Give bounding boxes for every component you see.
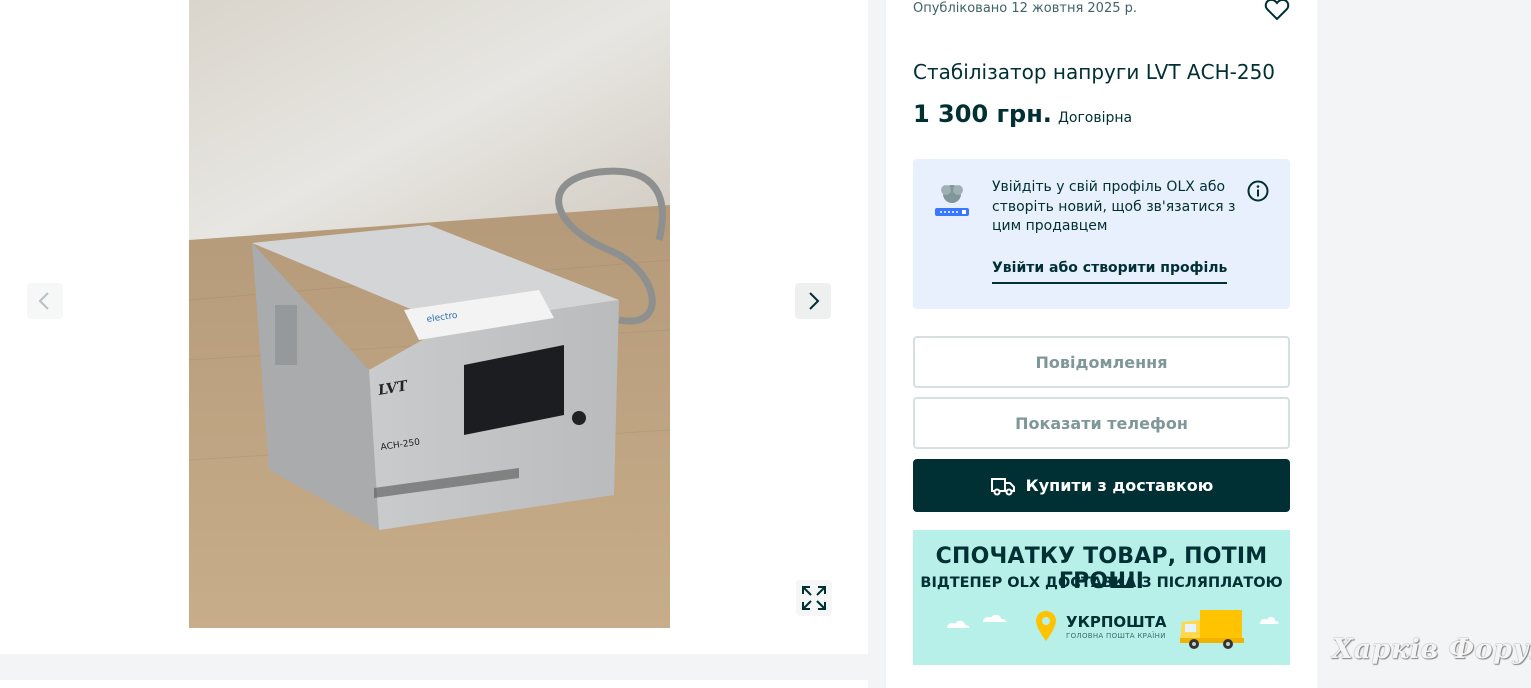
- fullscreen-button[interactable]: [796, 580, 832, 616]
- next-photo-button[interactable]: [795, 283, 831, 319]
- photo-gallery: electro LVT АСН-250: [0, 0, 868, 654]
- login-prompt: Увійдіть у свій профіль OLX або створіть…: [913, 159, 1290, 309]
- ukrposhta-brand: УКРПОШТА: [1066, 613, 1167, 631]
- price-negotiable: Договірна: [1057, 110, 1133, 126]
- user-profile-icon: [935, 185, 969, 216]
- buy-with-delivery-button[interactable]: Купити з доставкою: [913, 459, 1290, 512]
- price-block: 1 300 грн. Договірна: [913, 100, 1132, 128]
- heart-icon: [1264, 0, 1290, 21]
- info-icon[interactable]: [1247, 180, 1269, 202]
- delivery-truck-icon: [990, 477, 1015, 495]
- cloud-icon: [947, 620, 970, 628]
- listing-photo[interactable]: electro LVT АСН-250: [189, 0, 670, 628]
- listing-sidebar: Опубліковано 12 жовтня 2025 р. Стабіліза…: [886, 0, 1317, 688]
- chevron-right-icon: [809, 292, 820, 310]
- forum-watermark: Харків Форум: [1332, 634, 1531, 665]
- cloud-icon: [983, 614, 1007, 622]
- cloud-icon: [1260, 616, 1279, 624]
- delivery-promo-banner[interactable]: СПОЧАТКУ ТОВАР, ПОТІМ ГРОШІ ВІДТЕПЕР OLX…: [913, 530, 1290, 665]
- stabilizer-photo: electro LVT АСН-250: [189, 0, 670, 628]
- listing-title: Стабілізатор напруги LVT АСН-250: [913, 60, 1276, 85]
- truck-illustration-icon: [1180, 610, 1244, 649]
- previous-photo-button[interactable]: [27, 283, 63, 319]
- promo-subheadline: ВІДТЕПЕР OLX ДОСТАВКА З ПІСЛЯПЛАТОЮ: [920, 575, 1283, 591]
- chevron-left-icon: [38, 292, 49, 310]
- login-prompt-text: Увійдіть у свій профіль OLX або створіть…: [992, 179, 1236, 234]
- message-button[interactable]: Повідомлення: [913, 336, 1290, 388]
- favorite-button[interactable]: [1264, 0, 1290, 22]
- price-value: 1 300 грн.: [913, 100, 1052, 128]
- published-date: Опубліковано 12 жовтня 2025 р.: [913, 1, 1138, 16]
- location-pin-icon: [1036, 611, 1056, 641]
- login-or-register-link[interactable]: Увійти або створити профіль: [992, 260, 1228, 284]
- expand-icon: [802, 586, 826, 610]
- buy-button-label: Купити з доставкою: [1025, 476, 1214, 495]
- next-section-edge: [0, 680, 868, 688]
- show-phone-button[interactable]: Показати телефон: [913, 397, 1290, 449]
- ukrposhta-tagline: ГОЛОВНА ПОШТА КРАЇНИ: [1066, 632, 1166, 640]
